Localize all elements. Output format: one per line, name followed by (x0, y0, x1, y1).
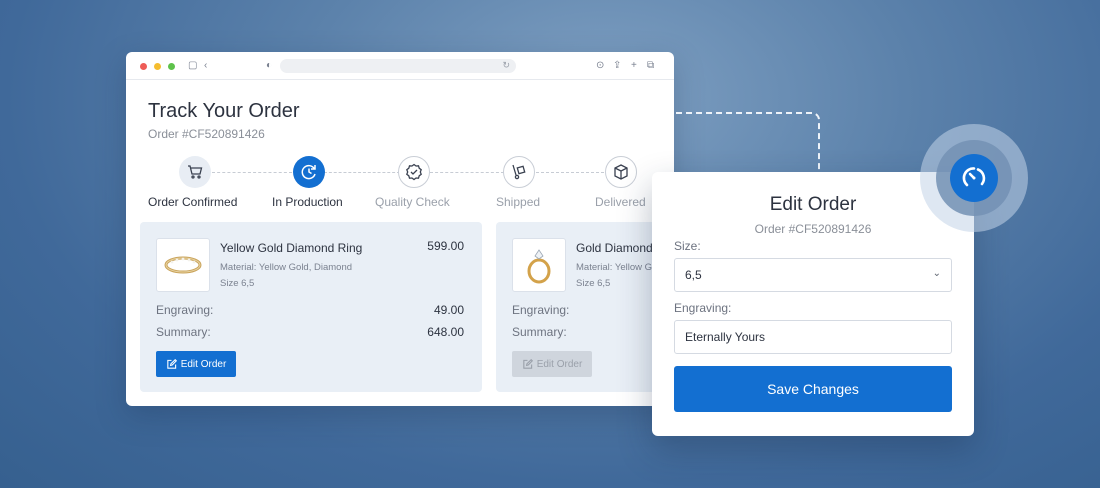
step-label-in-production: In Production (272, 195, 343, 209)
hand-truck-icon (503, 156, 535, 188)
step-connector (212, 172, 292, 173)
product-size: Size 6,5 (576, 278, 611, 289)
solitaire-ring-icon (512, 238, 566, 292)
order-item-card: Yellow Gold Diamond Ring 599.00 Material… (140, 222, 482, 392)
band-ring-icon (156, 238, 210, 292)
summary-label: Summary: (156, 325, 211, 339)
order-item-card: Gold Diamond Ring Material: Yellow Gold … (496, 222, 674, 392)
share-icon[interactable]: ⇪ (613, 60, 621, 72)
engraving-label: Engraving: (512, 303, 570, 317)
box-icon (605, 156, 637, 188)
product-name: Yellow Gold Diamond Ring (220, 241, 363, 255)
engraving-field-label: Engraving: (674, 301, 732, 315)
browser-toolbar: ▢ ‹ ◐ ↻ ⊙ ⇪ + ⧉ (126, 52, 674, 80)
page-title: Track Your Order (148, 100, 300, 122)
engraving-label: Engraving: (156, 303, 214, 317)
edit-order-label: Edit Order (180, 358, 227, 370)
step-label-order-confirmed: Order Confirmed (148, 195, 238, 209)
size-label: Size: (674, 239, 701, 253)
save-changes-button[interactable]: Save Changes (674, 366, 952, 412)
size-select[interactable]: 6,5 ⌄ (674, 258, 952, 292)
engraving-input[interactable]: Eternally Yours (674, 320, 952, 354)
reload-icon[interactable]: ↻ (502, 60, 510, 71)
tabs-overview-icon[interactable]: ⧉ (647, 60, 654, 72)
new-tab-icon[interactable]: + (631, 60, 637, 72)
step-connector (430, 172, 504, 173)
address-bar[interactable]: ↻ (280, 59, 516, 73)
chevron-down-icon: ⌄ (932, 268, 941, 279)
dialog-order-number: Order #CF520891426 (754, 222, 872, 236)
edit-order-dialog: Edit Order Order #CF520891426 Size: 6,5 … (652, 172, 974, 436)
step-label-quality-check: Quality Check (375, 195, 450, 209)
product-price: 599.00 (427, 239, 464, 253)
summary-label: Summary: (512, 325, 567, 339)
edit-icon (166, 358, 177, 369)
edit-order-button[interactable]: Edit Order (156, 351, 236, 377)
minimize-window-button[interactable] (154, 63, 161, 70)
badge-check-icon (398, 156, 430, 188)
engraving-price: 49.00 (433, 303, 464, 317)
order-number: Order #CF520891426 (148, 127, 265, 141)
engraving-input-value: Eternally Yours (685, 330, 766, 344)
edit-order-label: Edit Order (536, 358, 583, 370)
summary-price: 648.00 (427, 325, 464, 339)
product-material: Material: Yellow Gold, Diamond (220, 262, 353, 273)
step-label-shipped: Shipped (496, 195, 541, 209)
edit-icon (522, 358, 533, 369)
size-value: 6,5 (685, 268, 702, 282)
product-size: Size 6,5 (220, 278, 255, 289)
browser-window: ▢ ‹ ◐ ↻ ⊙ ⇪ + ⧉ Track Your Order Order #… (126, 52, 674, 406)
step-label-delivered: Delivered (595, 195, 646, 209)
refresh-clock-icon (293, 156, 325, 188)
shield-icon: ◐ (266, 60, 273, 71)
dashed-connector (676, 112, 820, 172)
download-icon[interactable]: ⊙ (596, 60, 604, 72)
step-connector (324, 172, 400, 173)
cart-icon (179, 156, 211, 188)
sidebar-icon[interactable]: ▢ (188, 60, 197, 72)
edit-progress-icon (950, 154, 998, 202)
order-progress-stepper: Order Confirmed In Production Quality Ch… (126, 156, 674, 212)
back-icon[interactable]: ‹ (204, 60, 207, 72)
close-window-button[interactable] (140, 63, 147, 70)
step-connector (536, 172, 604, 173)
maximize-window-button[interactable] (168, 63, 175, 70)
edit-order-button[interactable]: Edit Order (512, 351, 592, 377)
